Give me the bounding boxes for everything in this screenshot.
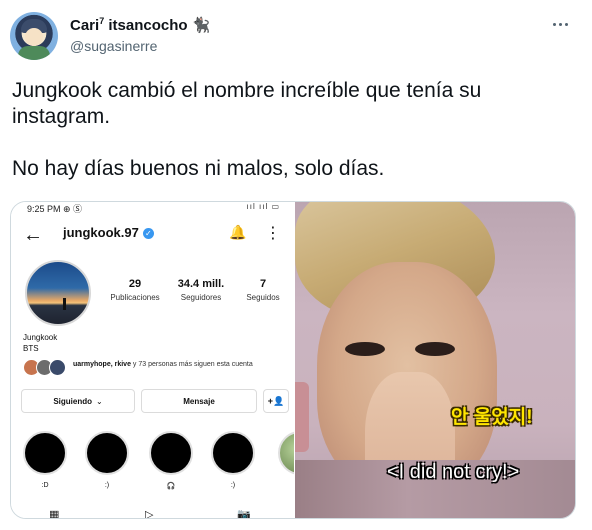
ig-username-text: jungkook.97 [63,225,139,240]
korean-caption: 안 울었지! [451,407,533,428]
tweet-text: Jungkook cambió el nombre increíble que … [12,78,572,182]
english-caption: <I did not cry!> [387,461,520,483]
more-dot-icon [552,22,556,26]
user-avatar[interactable] [10,12,58,60]
ig-profile-picture[interactable] [25,260,91,326]
following-button-label: Siguiendo [53,396,92,406]
followed-by-avatars[interactable] [23,359,69,377]
avatar-face [25,28,43,46]
ig-stat-posts[interactable]: 29 Publicaciones [107,278,163,302]
follower-avatar [49,359,66,376]
ig-stat-following-label: Seguidos [246,293,280,302]
chevron-down-icon: ⌄ [95,396,103,406]
verified-badge-icon: ✓ [142,228,154,239]
ig-stat-posts-num: 29 [128,278,142,290]
tweet-text-line2: No hay días buenos ni malos, solo días. [12,157,385,180]
ig-profile-name: Jungkook [23,333,58,342]
status-time: 9:25 PM ⊕ Ⓢ [27,204,83,214]
user-handle[interactable]: @sugasinerre [70,38,157,54]
message-button[interactable]: Mensaje [141,389,257,413]
ig-stat-following[interactable]: 7 Seguidos [235,278,291,302]
reels-icon[interactable]: ▷ [145,508,153,518]
display-name-text: Cari [70,17,100,34]
highlight-2[interactable] [85,431,129,475]
more-options-button[interactable] [548,14,572,34]
followed-by-text[interactable]: uarmyhope, rkive y 73 personas más sigue… [73,360,283,370]
headphones-icon: 🎧 [166,483,176,490]
black-cat-icon: 🐈‍⬛ [191,17,211,34]
followed-by-names: uarmyhope, rkive [73,361,131,368]
highlight-1[interactable] [23,431,67,475]
more-dot-icon [564,22,568,26]
tagged-icon[interactable]: 📷 [237,508,251,518]
avatar-shirt [18,46,50,60]
meme-image[interactable]: 안 울었지! <I did not cry!> [295,202,575,518]
tweet-media[interactable]: 9:25 PM ⊕ Ⓢ ııl ııl ▭ ← jungkook.97 ✓ 🔔 ⋮… [10,201,576,519]
ig-stat-followers-label: Seguidores [180,293,222,302]
meme-eye [415,342,455,356]
ig-stat-following-num: 7 [259,278,267,290]
profile-pic-silhouette [63,298,66,310]
highlight-5[interactable] [278,431,294,475]
add-person-button[interactable]: +👤 [263,389,289,413]
followed-by-rest: y 73 personas más siguen esta cuenta [130,361,253,368]
ig-bio: BTS [23,344,39,353]
highlight-4[interactable] [211,431,255,475]
kebab-menu-icon[interactable]: ⋮ [265,223,281,243]
bell-icon[interactable]: 🔔 [229,224,246,241]
display-name[interactable]: Cari7 itsancocho 🐈‍⬛ [70,16,210,34]
status-icons: ııl ııl ▭ [246,202,280,211]
ig-username: jungkook.97 ✓ [63,225,154,240]
ig-stat-posts-label: Publicaciones [110,293,160,302]
more-dot-icon [558,22,562,26]
back-arrow-icon[interactable]: ← [23,224,43,247]
tweet-text-line1: Jungkook cambió el nombre increíble que … [12,79,482,128]
ig-stat-followers[interactable]: 34.4 mill. Seguidores [171,278,231,302]
following-button[interactable]: Siguiendo ⌄ [21,389,135,413]
add-person-icon: +👤 [267,395,285,406]
message-button-label: Mensaje [183,396,215,406]
instagram-screenshot[interactable]: 9:25 PM ⊕ Ⓢ ııl ııl ▭ ← jungkook.97 ✓ 🔔 ⋮… [11,202,294,518]
meme-eye [345,342,385,356]
highlight-label: :) [230,482,236,489]
grid-icon[interactable]: ▦ [49,508,59,518]
ig-stat-followers-num: 34.4 mill. [177,278,225,290]
highlight-3[interactable] [149,431,193,475]
highlight-label: :D [41,482,49,489]
highlight-label: :) [104,482,110,489]
display-name-rest: itsancocho [104,17,188,34]
meme-phone [295,382,309,452]
